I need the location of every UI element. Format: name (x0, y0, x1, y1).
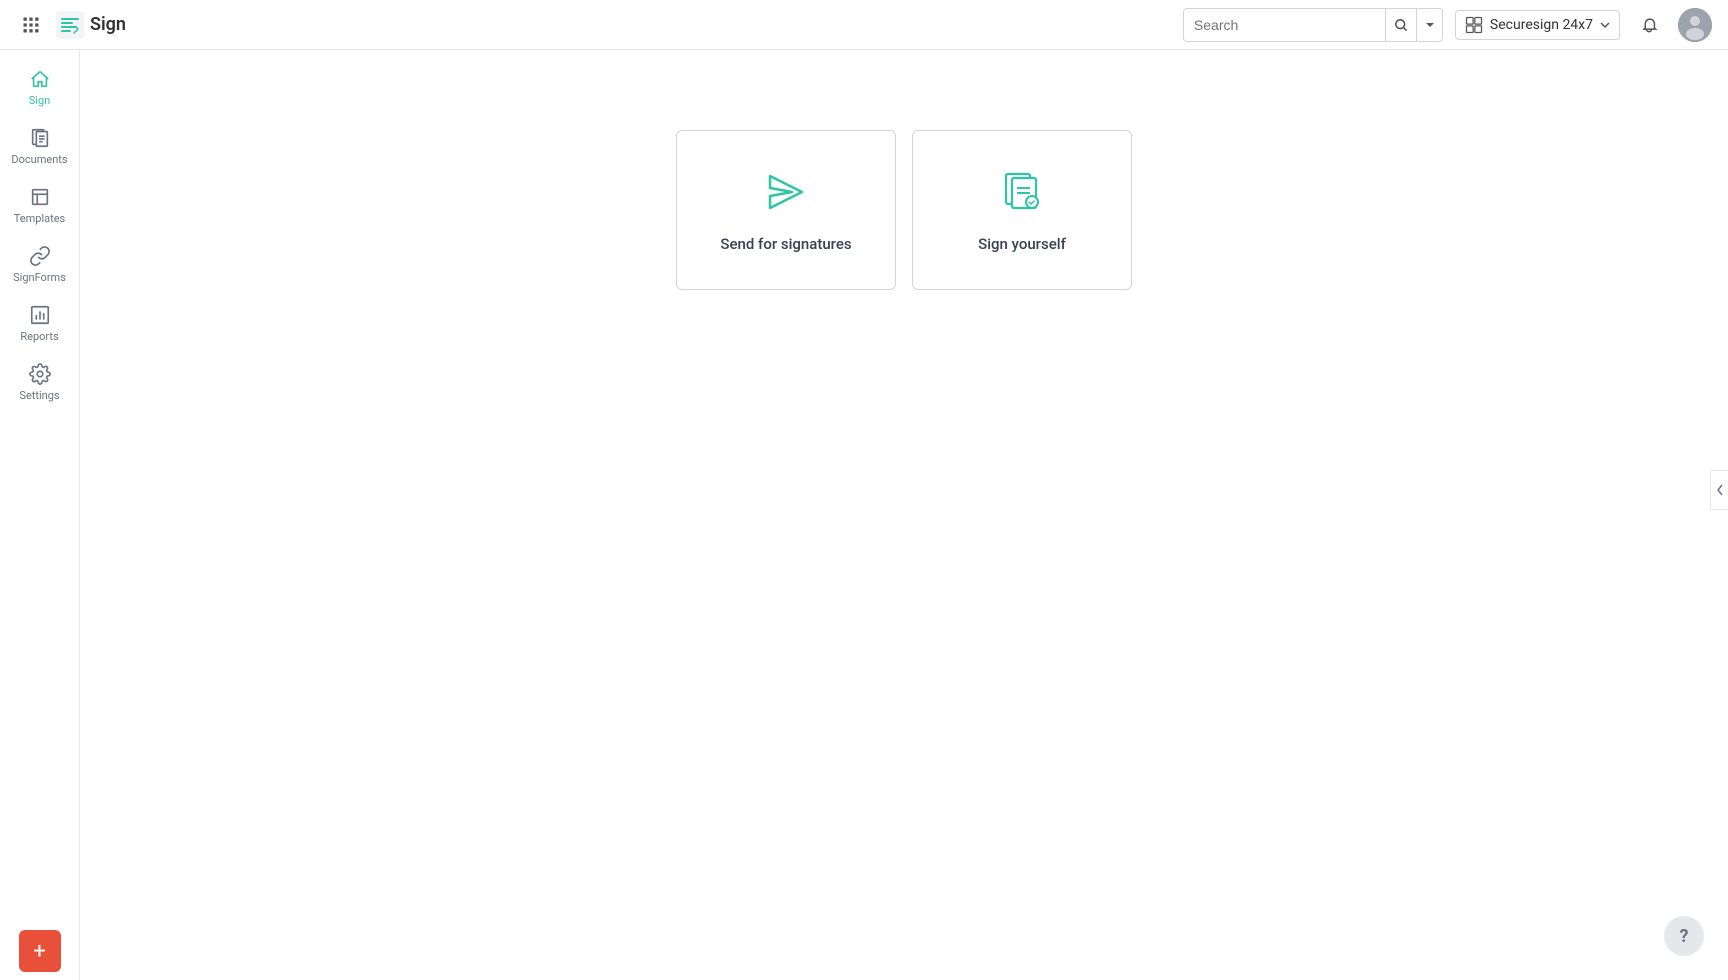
sidebar-label-sign: Sign (29, 94, 50, 107)
sidebar-item-documents[interactable]: Documents (0, 117, 79, 176)
send-icon (761, 167, 811, 217)
sidebar-item-sign[interactable]: Sign (0, 58, 79, 117)
grid-icon[interactable] (16, 10, 46, 40)
reports-icon (29, 304, 51, 326)
sign-yourself-icon (997, 167, 1047, 217)
workspace-selector[interactable]: Securesign 24x7 (1455, 10, 1620, 40)
send-for-signatures-label: Send for signatures (720, 235, 851, 253)
header: Sign Securesign 24x7 (0, 0, 1728, 50)
search-input[interactable] (1184, 9, 1385, 41)
sign-yourself-label: Sign yourself (978, 235, 1066, 253)
right-panel-collapse[interactable] (1710, 470, 1728, 510)
sidebar: Sign Documents Templates (0, 50, 80, 980)
avatar[interactable] (1678, 8, 1712, 42)
cards-container: Send for signatures Sign yourself (676, 130, 1132, 290)
sidebar-label-signforms: SignForms (13, 271, 66, 284)
main-content: Send for signatures Sign yourself (80, 50, 1728, 980)
notification-button[interactable] (1632, 8, 1666, 42)
sidebar-item-settings[interactable]: Settings (0, 353, 79, 412)
signforms-icon (29, 245, 51, 267)
chevron-down-icon (1599, 19, 1611, 31)
templates-icon (29, 186, 51, 208)
sidebar-label-templates: Templates (14, 212, 65, 225)
header-right: Securesign 24x7 (1455, 8, 1712, 42)
documents-icon (29, 127, 51, 149)
sidebar-label-documents: Documents (11, 153, 67, 166)
sidebar-label-reports: Reports (20, 330, 58, 343)
app-logo: Sign (56, 11, 126, 39)
sidebar-item-reports[interactable]: Reports (0, 294, 79, 353)
search-dropdown-button[interactable] (1416, 8, 1442, 42)
send-for-signatures-card[interactable]: Send for signatures (676, 130, 896, 290)
sign-yourself-card[interactable]: Sign yourself (912, 130, 1132, 290)
workspace-name: Securesign 24x7 (1490, 17, 1593, 33)
layout: Sign Documents Templates (0, 50, 1728, 980)
app-title: Sign (90, 14, 126, 35)
settings-icon (29, 363, 51, 385)
search-bar (1183, 8, 1443, 42)
sidebar-label-settings: Settings (19, 389, 59, 402)
add-button[interactable]: + (19, 930, 61, 972)
search-icon-button[interactable] (1385, 8, 1416, 42)
sidebar-item-templates[interactable]: Templates (0, 176, 79, 235)
header-left: Sign (16, 10, 126, 40)
home-icon (29, 68, 51, 90)
sidebar-item-signforms[interactable]: SignForms (0, 235, 79, 294)
help-button[interactable]: ? (1664, 916, 1704, 956)
